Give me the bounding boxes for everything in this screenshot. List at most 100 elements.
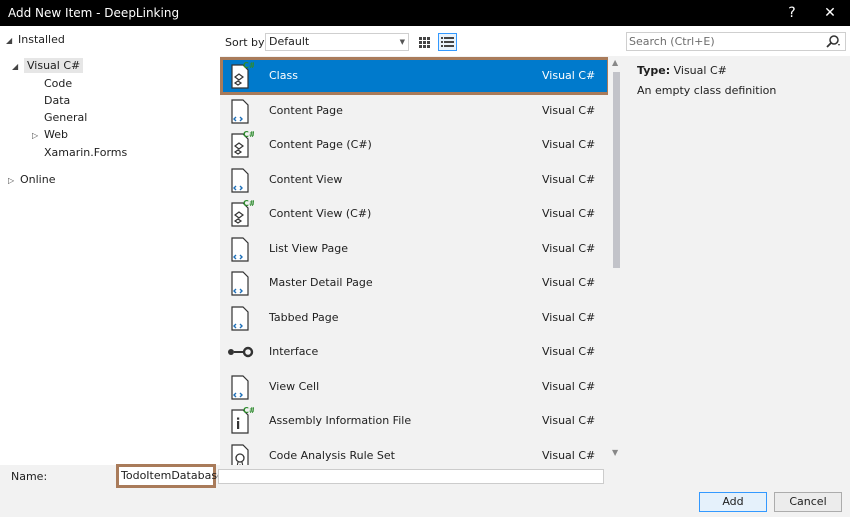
template-name: Content View (C#) xyxy=(269,207,372,220)
xaml-page-icon xyxy=(231,374,249,400)
tree-item-visual-csharp[interactable]: ◢ Visual C# xyxy=(12,57,84,75)
collapsed-arrow-icon[interactable]: ▷ xyxy=(32,127,44,144)
details-pane: Type: Visual C# An empty class definitio… xyxy=(626,56,850,465)
csharp-page-icon: C# xyxy=(231,130,254,158)
list-item[interactable]: Content Page Visual C# xyxy=(220,94,610,129)
name-label: Name: xyxy=(11,470,48,483)
tree-label: Installed xyxy=(18,33,65,46)
collapsed-arrow-icon[interactable]: ▷ xyxy=(8,172,20,189)
template-language: Visual C# xyxy=(542,379,596,393)
expanded-arrow-icon[interactable]: ◢ xyxy=(6,32,18,49)
grid-icon xyxy=(419,37,430,48)
list-item[interactable]: C# Assembly Information File Visual C# xyxy=(220,404,610,439)
search-input[interactable] xyxy=(629,34,819,49)
detail-description: An empty class definition xyxy=(637,84,777,97)
scroll-down-icon[interactable]: ▼ xyxy=(612,448,618,457)
template-language: Visual C# xyxy=(542,103,596,117)
cancel-button[interactable]: Cancel xyxy=(774,492,842,512)
tree-item-code[interactable]: Code xyxy=(44,75,72,92)
tree-item-online[interactable]: ▷ Online xyxy=(8,171,55,188)
class-icon: C# xyxy=(231,61,254,89)
list-item[interactable]: Master Detail Page Visual C# xyxy=(220,266,610,301)
template-language: Visual C# xyxy=(542,276,596,289)
template-name: Content View xyxy=(269,172,343,186)
search-icon[interactable] xyxy=(825,34,841,49)
chevron-down-icon: ▼ xyxy=(399,38,405,46)
scroll-thumb[interactable] xyxy=(613,72,620,268)
list-item[interactable]: List View Page Visual C# xyxy=(220,232,610,267)
list-view-button[interactable] xyxy=(438,33,457,51)
template-language: Visual C# xyxy=(542,207,596,220)
template-name: View Cell xyxy=(269,379,320,393)
list-item[interactable]: View Cell Visual C# xyxy=(220,370,610,405)
tree-label: Web xyxy=(44,128,68,141)
tree-item-data[interactable]: Data xyxy=(44,92,70,109)
category-tree: ◢ Installed ◢ Visual C# Code Data General … xyxy=(0,26,220,465)
xaml-page-icon xyxy=(231,98,249,124)
list-scrollbar[interactable]: ▲ ▼ xyxy=(608,56,625,465)
tree-label: Visual C# xyxy=(24,58,84,73)
list-item[interactable]: C# Class Visual C# xyxy=(220,59,610,94)
csharp-page-icon: C# xyxy=(231,199,254,227)
list-item[interactable]: Tabbed Page Visual C# xyxy=(220,301,610,336)
template-name: Code Analysis Rule Set xyxy=(269,448,395,462)
svg-text:C#: C# xyxy=(243,130,254,139)
template-list: C# Class Visual C# Content Page Visual C… xyxy=(220,56,626,465)
xaml-page-icon xyxy=(231,305,249,331)
template-language: Visual C# xyxy=(542,69,596,82)
small-icons-view-button[interactable] xyxy=(415,33,434,51)
tree-label: Xamarin.Forms xyxy=(44,146,128,159)
bottom-bar: Name: TodoItemDatabase Add Cancel xyxy=(0,464,850,517)
list-item[interactable]: Content View Visual C# xyxy=(220,163,610,198)
rule-set-icon xyxy=(231,443,249,465)
template-name: Master Detail Page xyxy=(269,276,373,289)
template-name: Content Page xyxy=(269,103,343,117)
type-value: Visual C# xyxy=(673,64,727,77)
xaml-page-icon xyxy=(231,167,249,193)
help-button[interactable]: ? xyxy=(782,3,802,23)
tree-item-web[interactable]: ▷ Web xyxy=(32,126,68,143)
xaml-page-icon xyxy=(231,271,249,296)
template-language: Visual C# xyxy=(542,138,596,151)
template-name: List View Page xyxy=(269,241,348,255)
template-name: Tabbed Page xyxy=(269,310,339,324)
svg-text:C#: C# xyxy=(243,406,254,415)
template-language: Visual C# xyxy=(542,241,596,255)
interface-icon xyxy=(228,346,254,358)
sort-label: Sort by: xyxy=(225,36,268,49)
detail-type: Type: Visual C# xyxy=(637,64,727,77)
svg-text:C#: C# xyxy=(243,199,254,208)
template-language: Visual C# xyxy=(542,448,596,462)
name-field[interactable]: TodoItemDatabase xyxy=(116,464,224,488)
list-item[interactable]: C# Content View (C#) Visual C# xyxy=(220,197,610,232)
type-label: Type: xyxy=(637,64,671,77)
template-name: Assembly Information File xyxy=(269,414,412,427)
template-language: Visual C# xyxy=(542,345,596,358)
assembly-info-icon: C# xyxy=(231,406,254,434)
template-language: Visual C# xyxy=(542,310,596,324)
scroll-up-icon[interactable]: ▲ xyxy=(612,58,618,67)
close-button[interactable]: ✕ xyxy=(820,3,840,23)
sort-dropdown[interactable]: Default ▼ xyxy=(265,33,409,51)
sort-value: Default xyxy=(269,35,310,48)
list-icon xyxy=(441,37,454,47)
tree-label: Online xyxy=(20,173,56,186)
tree-item-general[interactable]: General xyxy=(44,109,87,126)
xaml-page-icon xyxy=(231,236,249,262)
template-name: Interface xyxy=(269,345,319,358)
tree-item-installed[interactable]: ◢ Installed xyxy=(6,31,65,48)
list-item[interactable]: C# Content Page (C#) Visual C# xyxy=(220,128,610,163)
list-item[interactable]: Interface Visual C# xyxy=(220,335,610,370)
template-name: Class xyxy=(269,69,298,82)
search-box[interactable] xyxy=(626,32,846,51)
list-item[interactable]: Code Analysis Rule Set Visual C# xyxy=(220,439,610,465)
template-language: Visual C# xyxy=(542,414,596,427)
name-field-extension[interactable] xyxy=(218,469,604,484)
title-bar: Add New Item - DeepLinking ? ✕ xyxy=(0,0,850,26)
expanded-arrow-icon[interactable]: ◢ xyxy=(12,58,24,75)
tree-item-xamarin-forms[interactable]: Xamarin.Forms xyxy=(44,144,127,161)
template-language: Visual C# xyxy=(542,172,596,186)
template-name: Content Page (C#) xyxy=(269,138,372,151)
tree-label: Code xyxy=(44,77,73,90)
add-button[interactable]: Add xyxy=(699,492,767,512)
